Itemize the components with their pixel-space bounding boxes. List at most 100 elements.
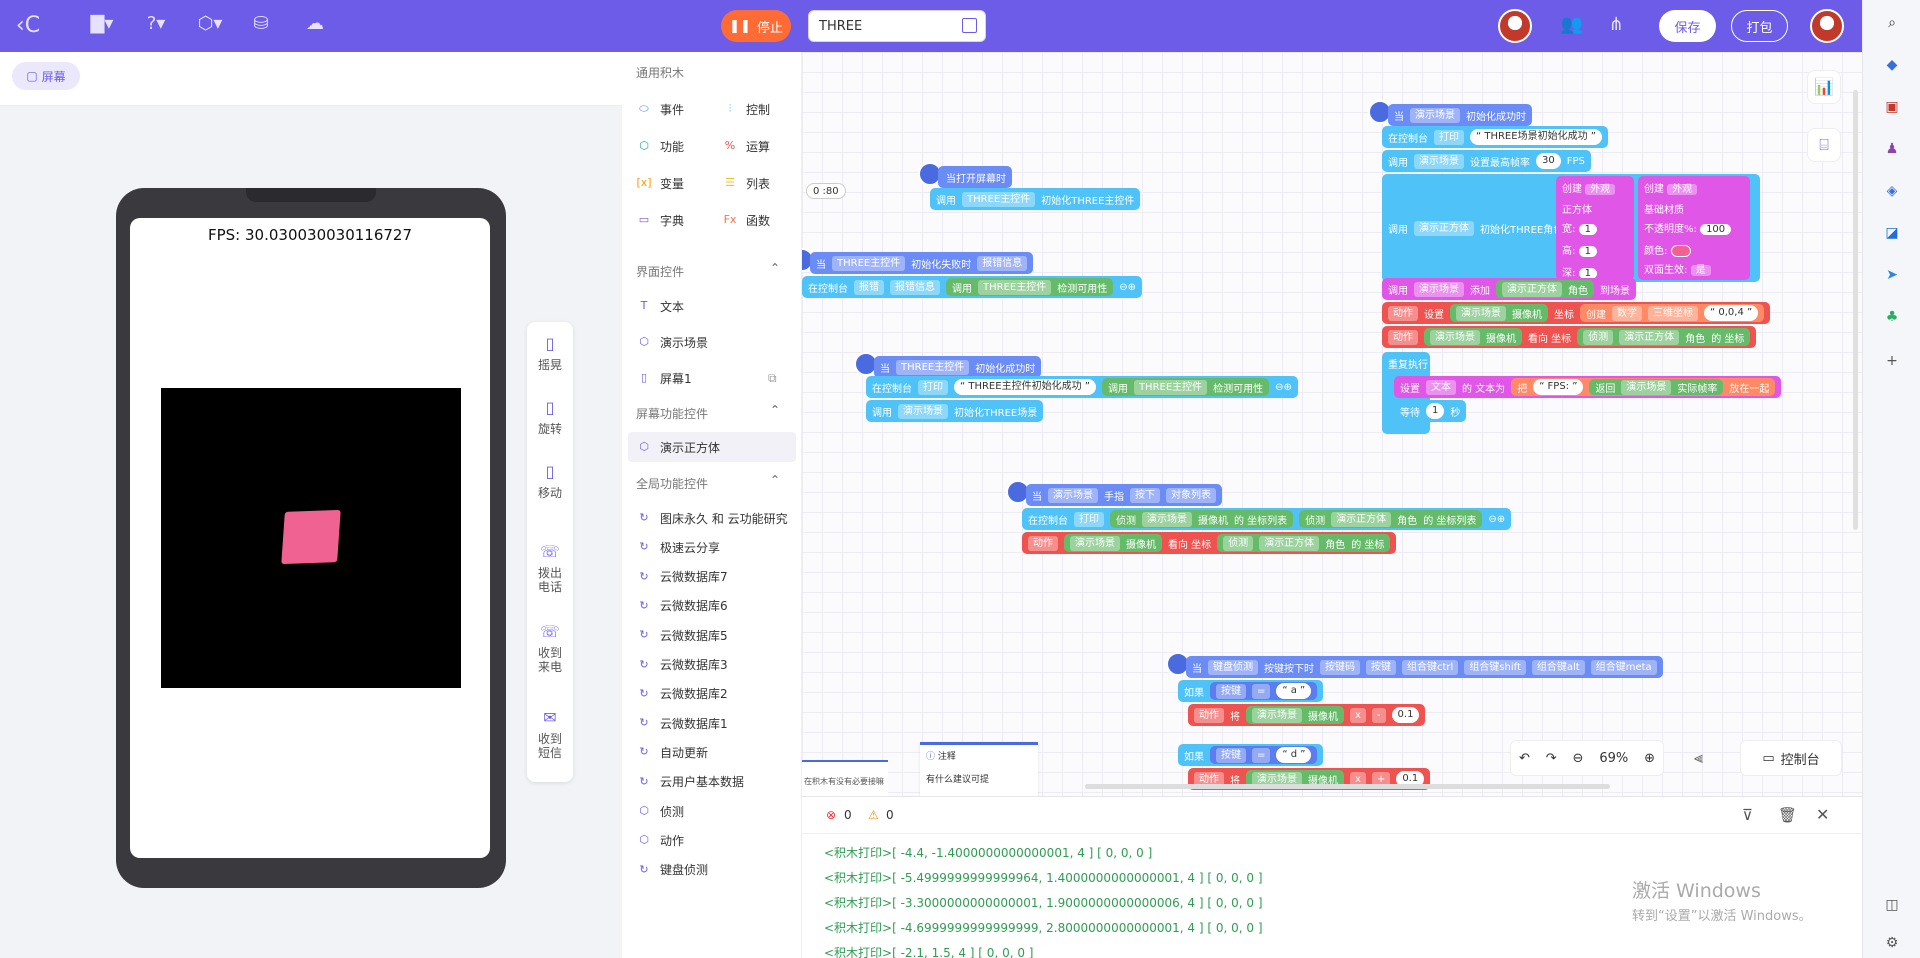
block-dropdown[interactable]: THREE主控件 <box>1133 379 1208 395</box>
block-number[interactable]: 30 <box>1536 153 1561 169</box>
three-canvas[interactable] <box>161 388 461 688</box>
block-on-init-fail[interactable]: 当 THREE主控件 初始化失败时 报错信息 <box>810 252 1034 274</box>
project-title-field[interactable]: THREE <box>808 10 986 42</box>
block-call-check[interactable]: 调用 THREE主控件 检测可用性 <box>946 278 1114 296</box>
block-dropdown[interactable]: 文本 <box>1426 379 1456 395</box>
block-dropdown[interactable]: 演示场景 <box>898 403 948 419</box>
back-logo-icon[interactable]: ‹C <box>10 13 46 38</box>
block-dropdown[interactable]: 演示场景 <box>1414 281 1464 297</box>
block-camera[interactable]: 演示场景 摄像机 <box>1424 328 1522 346</box>
settings-icon[interactable]: ⬡▾ <box>192 13 228 34</box>
cloud-icon[interactable]: ☁ <box>300 13 330 34</box>
block-role[interactable]: 演示正方体 角色 <box>1496 280 1594 298</box>
block-dropdown[interactable]: THREE主控件 <box>832 255 906 271</box>
block-dropdown[interactable]: 侦测 <box>1583 329 1614 345</box>
block-string[interactable]: “ THREE主控件初始化成功 ” <box>954 379 1096 395</box>
block-dropdown[interactable]: 外观 <box>1667 184 1698 195</box>
block-on-finger[interactable]: 当 演示场景 手指 按下 对象列表 <box>1026 484 1222 506</box>
copilot-icon[interactable]: ◈ <box>1883 182 1901 200</box>
block-create-vec[interactable]: 创建 数学 三维坐标 “ 0,0,4 ” <box>1580 304 1765 322</box>
stray-value[interactable]: 0 :80 <box>806 183 846 199</box>
block-action-face[interactable]: 动作 演示场景 摄像机 看向 坐标 侦测 演示正方体 角色的 坐标 <box>1022 532 1397 554</box>
global-item[interactable]: ↻ 键盘侦测 <box>636 855 708 885</box>
minus-plus-icon[interactable]: ⊖⊕ <box>1119 282 1136 293</box>
block-set-fps[interactable]: 调用 演示场景 设置最高帧率 30 FPS <box>1382 150 1591 172</box>
global-item[interactable]: ⬡ 动作 <box>636 825 684 855</box>
block-detect[interactable]: 侦测 演示场景 摄像机的 坐标列表 <box>1110 510 1294 528</box>
block-dropdown[interactable]: 键盘侦测 <box>1208 659 1258 675</box>
block-dropdown[interactable]: 三维坐标 <box>1648 305 1698 321</box>
block-call-check[interactable]: 调用 THREE主控件 检测可用性 <box>1101 378 1270 396</box>
pack-button[interactable]: 打包 <box>1731 10 1788 42</box>
close-icon[interactable]: ✕ <box>1816 805 1829 824</box>
zoom-in-icon[interactable]: ⊕ <box>1644 751 1655 766</box>
tool-phone-in[interactable]: ☏ 收到来电 <box>527 622 573 674</box>
block-dropdown[interactable]: 打印 <box>918 379 948 395</box>
stop-button[interactable]: ❚❚ 停止 <box>721 10 791 42</box>
block-string[interactable]: “ 0,0,4 ” <box>1704 305 1759 321</box>
block-console-detect[interactable]: 在控制台 打印 侦测 演示场景 摄像机的 坐标列表 侦测 演示正方体 角色的 坐标列表 … <box>1022 508 1512 530</box>
global-item[interactable]: ↻ 云微数据库3 <box>636 650 727 680</box>
block-set-camera[interactable]: 动作 设置 演示场景 摄像机 坐标 创建 数学 三维坐标 “ 0,0,4 ” <box>1382 302 1771 324</box>
block-print-scene[interactable]: 在控制台 打印 “ THREE场景初始化成功 ” <box>1382 126 1608 148</box>
comment-note[interactable]: 在积木有没有必要接嘛 <box>802 760 888 796</box>
block-dropdown[interactable]: 是 <box>1690 265 1711 276</box>
minus-plus-icon[interactable]: ⊖⊕ <box>1488 514 1505 525</box>
block-dropdown[interactable]: THREE主控件 <box>962 191 1036 207</box>
palette-ui-title[interactable]: 界面控件 <box>636 263 684 280</box>
block-dropdown[interactable]: 演示场景 <box>1048 487 1098 503</box>
global-item[interactable]: ↻ 云微数据库6 <box>636 591 727 621</box>
block-string[interactable]: “ a ” <box>1276 683 1312 699</box>
block-param[interactable]: 对象列表 <box>1166 487 1216 503</box>
toolbox-icon[interactable]: ▣ <box>1883 98 1901 116</box>
block-detect[interactable]: 侦测 演示正方体 角色的 坐标 <box>1217 534 1391 552</box>
global-item[interactable]: ↻ 云微数据库1 <box>636 708 727 738</box>
block-dropdown[interactable]: 侦测 <box>1223 535 1254 551</box>
search-icon[interactable]: ⌕ <box>1883 14 1901 32</box>
backpack-button[interactable]: ⌸ <box>1807 128 1841 162</box>
block-param[interactable]: 按键 <box>1216 683 1246 699</box>
vertical-scrollbar[interactable] <box>1853 90 1858 530</box>
block-console-error[interactable]: 在控制台 报错 报错信息 调用 THREE主控件 检测可用性 ⊖⊕ <box>802 276 1142 298</box>
chart-button[interactable]: 📊 <box>1807 70 1841 104</box>
block-dropdown[interactable]: 演示场景 <box>1456 305 1506 321</box>
send-icon[interactable]: ➤ <box>1883 266 1901 284</box>
collaborator-avatar[interactable] <box>1498 9 1532 43</box>
block-dropdown[interactable]: - <box>1371 707 1386 723</box>
block-compare[interactable]: 按键 = “ d ” <box>1210 746 1318 764</box>
block-set-text[interactable]: 设置 文本 的 文本为 把 “ FPS: ” 返回 演示场景 实际帧率 放在一起 <box>1394 376 1782 398</box>
block-dropdown[interactable]: = <box>1252 747 1271 763</box>
block-dropdown[interactable]: 演示场景 <box>1252 707 1302 723</box>
color-swatch[interactable] <box>1670 245 1691 257</box>
block-string[interactable]: “ d ” <box>1276 747 1312 763</box>
block-on-init-success[interactable]: 当 THREE主控件 初始化成功时 <box>874 356 1042 378</box>
block-dropdown[interactable]: x <box>1350 707 1366 723</box>
global-item[interactable]: ↻ 自动更新 <box>636 737 708 767</box>
block-dropdown[interactable]: 演示场景 <box>1410 107 1460 123</box>
category-func[interactable]: Fx 函数 <box>722 205 770 235</box>
outlook-icon[interactable]: ◪ <box>1883 224 1901 242</box>
block-on-key[interactable]: 当 键盘侦测 按键按下时 按键码 按键 组合键ctrl 组合键shift 组合键… <box>1186 656 1663 678</box>
users-icon[interactable]: 👥 <box>1560 14 1584 35</box>
block-wait[interactable]: 等待 1 秒 <box>1394 400 1467 422</box>
tool-shake[interactable]: ▯ 摇晃 <box>527 334 573 372</box>
block-param[interactable]: 报错信息 <box>977 255 1028 271</box>
block-dropdown[interactable]: 打印 <box>1434 129 1464 145</box>
block-add-to-scene[interactable]: 调用 演示场景 添加 演示正方体 角色 到场景 <box>1382 278 1636 300</box>
block-param[interactable]: 组合键ctrl <box>1402 659 1459 675</box>
block-dropdown[interactable]: 演示正方体 <box>1414 220 1474 236</box>
collapse-icon[interactable]: ⌃ <box>770 261 780 275</box>
gear-icon[interactable]: ⚙ <box>1883 934 1901 952</box>
block-join[interactable]: 把 “ FPS: ” 返回 演示场景 实际帧率 放在一起 <box>1511 378 1776 396</box>
ui-item-text[interactable]: T 文本 <box>636 291 684 321</box>
zoom-out-icon[interactable]: ⊖ <box>1573 751 1584 766</box>
block-dropdown[interactable]: 演示正方体 <box>1331 511 1392 527</box>
tool-phone-out[interactable]: ☏ 拨出电话 <box>527 542 573 594</box>
block-param[interactable]: 报错信息 <box>890 279 940 295</box>
screen-chip[interactable]: ▢ 屏幕 <box>12 62 80 90</box>
block-compare[interactable]: 按键 = “ a ” <box>1210 682 1318 700</box>
block-param[interactable]: 组合键alt <box>1531 659 1585 675</box>
category-operator[interactable]: % 运算 <box>722 131 770 161</box>
block-string[interactable]: “ FPS: ” <box>1533 379 1584 395</box>
global-item[interactable]: ↻ 云微数据库7 <box>636 562 727 592</box>
